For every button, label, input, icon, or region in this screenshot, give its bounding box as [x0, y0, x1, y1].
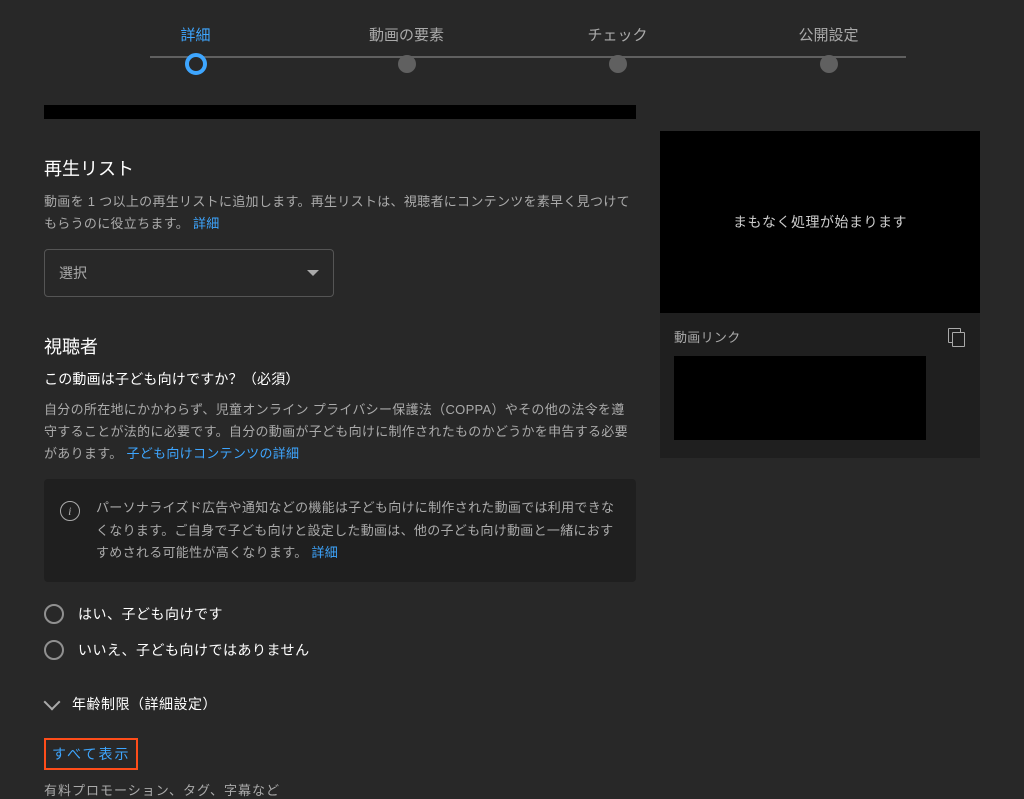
playlist-select[interactable]: 選択	[44, 249, 334, 297]
show-all-button[interactable]: すべて表示	[44, 738, 138, 770]
step-visibility[interactable]: 公開設定	[723, 24, 934, 73]
audience-info-box: i パーソナライズド広告や通知などの機能は子ども向けに制作された動画では利用でき…	[44, 479, 636, 581]
audience-question: この動画は子ども向けですか？（必須）	[44, 369, 636, 389]
video-link-redacted	[674, 356, 926, 440]
radio-yes-label: はい、子ども向けです	[78, 604, 223, 624]
step-circle-icon	[185, 53, 207, 75]
audience-explain-link[interactable]: 子ども向けコンテンツの詳細	[126, 446, 299, 461]
chevron-down-icon	[44, 693, 61, 710]
step-checks[interactable]: チェック	[512, 24, 723, 73]
step-elements[interactable]: 動画の要素	[301, 24, 512, 73]
copy-icon[interactable]	[948, 328, 966, 346]
upload-stepper: 詳細 動画の要素 チェック 公開設定	[0, 0, 1024, 75]
audience-info-text: パーソナライズド広告や通知などの機能は子ども向けに制作された動画では利用できなく…	[96, 500, 614, 559]
preview-status: まもなく処理が始まります	[733, 212, 907, 232]
video-link-card: 動画リンク	[660, 313, 980, 458]
caret-down-icon	[307, 270, 319, 276]
playlist-select-label: 選択	[59, 263, 87, 283]
audience-title: 視聴者	[44, 333, 636, 359]
playlists-detail-link[interactable]: 詳細	[193, 216, 220, 231]
step-label: 動画の要素	[301, 24, 512, 45]
audience-explain: 自分の所在地にかかわらず、児童オンライン プライバシー保護法（COPPA）やその…	[44, 399, 636, 465]
show-all-subtext: 有料プロモーション、タグ、字幕など	[44, 780, 636, 799]
step-circle-icon	[820, 55, 838, 73]
step-label: 公開設定	[723, 24, 934, 45]
step-label: チェック	[512, 24, 723, 45]
playlists-description-text: 動画を 1 つ以上の再生リストに追加します。再生リストは、視聴者にコンテンツを素…	[44, 194, 630, 231]
step-circle-icon	[398, 55, 416, 73]
audience-info-link[interactable]: 詳細	[311, 545, 338, 560]
age-restriction-label: 年齢制限（詳細設定）	[72, 694, 217, 714]
radio-yes-kids[interactable]: はい、子ども向けです	[44, 604, 636, 624]
step-details[interactable]: 詳細	[90, 24, 301, 75]
radio-no-label: いいえ、子ども向けではありません	[78, 640, 310, 660]
step-label: 詳細	[90, 24, 301, 45]
radio-icon	[44, 640, 64, 660]
age-restriction-toggle[interactable]: 年齢制限（詳細設定）	[44, 694, 636, 714]
playlists-title: 再生リスト	[44, 155, 636, 181]
radio-not-kids[interactable]: いいえ、子ども向けではありません	[44, 640, 636, 660]
redacted-field	[44, 105, 636, 119]
step-circle-icon	[609, 55, 627, 73]
info-icon: i	[60, 501, 80, 521]
playlists-description: 動画を 1 つ以上の再生リストに追加します。再生リストは、視聴者にコンテンツを素…	[44, 191, 636, 235]
video-link-label: 動画リンク	[674, 327, 741, 346]
radio-icon	[44, 604, 64, 624]
video-preview: まもなく処理が始まります	[660, 131, 980, 313]
